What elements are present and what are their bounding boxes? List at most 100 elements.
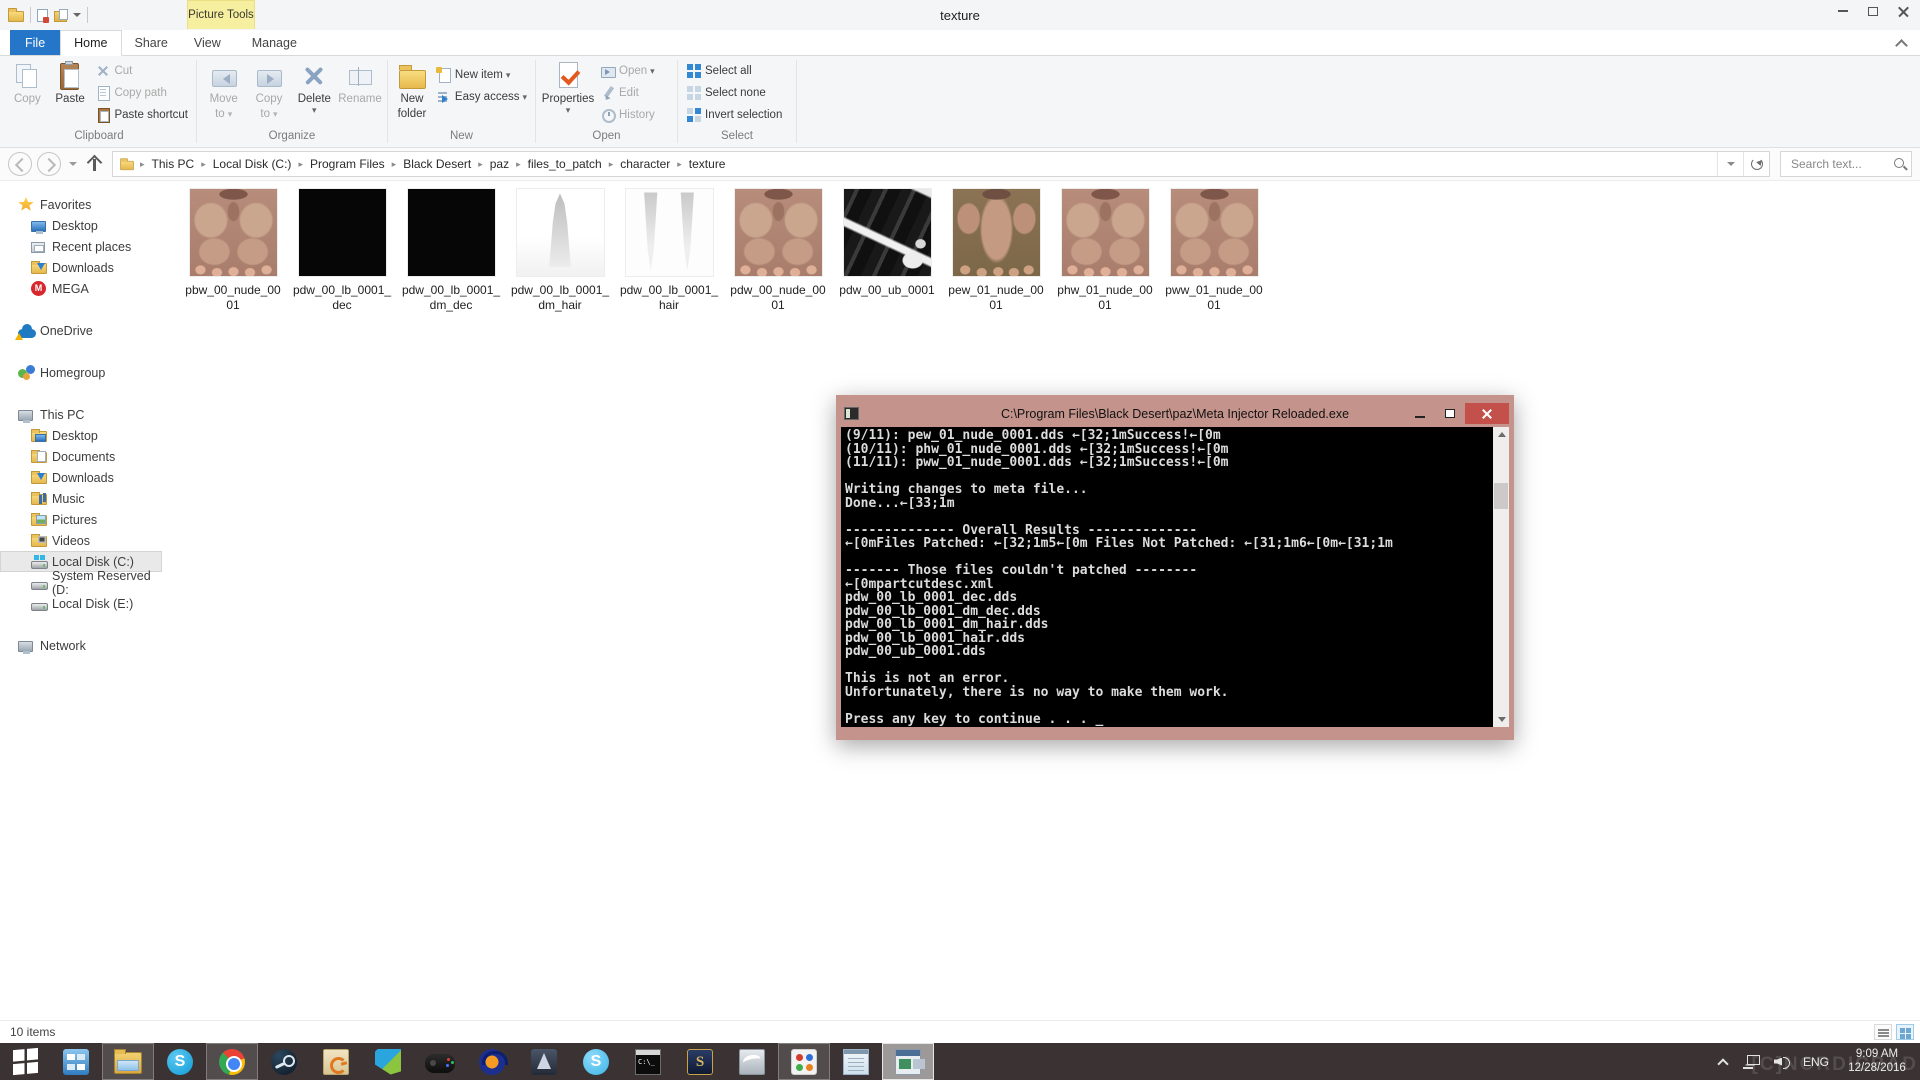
collapse-ribbon-button[interactable] [1894,36,1908,50]
sidebar-item-system-reserved-d[interactable]: System Reserved (D: [0,572,162,593]
taskbar-strategy-game[interactable] [674,1043,726,1080]
customize-arrow-icon[interactable] [73,13,81,17]
paste-button[interactable]: Paste [49,59,92,123]
easy-access-button[interactable]: Easy access [432,87,531,107]
address-dropdown-button[interactable] [1717,152,1743,176]
breadcrumb-program-files[interactable]: Program Files [308,157,387,171]
console-minimize-button[interactable] [1405,403,1435,424]
language-indicator[interactable]: ENG [1803,1055,1829,1069]
file-item[interactable]: pbw_00_nude_0001 [183,189,283,313]
taskbar-skype-alt[interactable] [570,1043,622,1080]
taskbar-chrome[interactable] [206,1043,258,1080]
copy-to-button[interactable]: Copy to [246,59,291,123]
invert-selection-button[interactable]: Invert selection [682,105,786,125]
sidebar-item-pc-desktop[interactable]: Desktop [0,425,162,446]
forward-button[interactable] [37,152,61,176]
copy-path-button[interactable]: Copy path [91,83,192,103]
folder-document-icon[interactable] [54,11,67,22]
edit-button[interactable]: Edit [596,83,659,103]
taskbar-skype[interactable] [154,1043,206,1080]
sidebar-item-desktop[interactable]: Desktop [0,215,162,236]
properties-button[interactable]: Properties ▾ [540,59,596,123]
move-to-button[interactable]: Move to [201,59,246,123]
start-button[interactable] [0,1043,50,1080]
console-scrollbar[interactable] [1493,427,1509,727]
taskbar-steam[interactable] [258,1043,310,1080]
sidebar-item-downloads[interactable]: Downloads [0,257,162,278]
volume-tray-icon[interactable] [1774,1055,1790,1069]
close-button[interactable] [1888,0,1918,22]
taskbar-aimp-player[interactable] [466,1043,518,1080]
taskbar-color-dots-app[interactable] [778,1043,830,1080]
console-close-button[interactable] [1465,403,1509,424]
tab-share[interactable]: Share [122,30,181,55]
select-none-button[interactable]: Select none [682,83,786,103]
breadcrumb-texture[interactable]: texture [687,157,728,171]
search-input[interactable] [1789,156,1893,172]
scroll-up-arrow[interactable] [1493,427,1509,443]
breadcrumb-paz[interactable]: paz [488,157,511,171]
file-item[interactable]: pew_01_nude_0001 [946,189,1046,313]
select-all-button[interactable]: Select all [682,61,786,81]
taskbar-notepad[interactable] [830,1043,882,1080]
sidebar-item-pc-downloads[interactable]: Downloads [0,467,162,488]
up-button[interactable] [82,152,106,176]
breadcrumb-this-pc[interactable]: This PC [150,157,197,171]
open-button[interactable]: Open [596,61,659,81]
paste-shortcut-button[interactable]: Paste shortcut [91,105,192,125]
back-button[interactable] [8,152,32,176]
scrollbar-thumb[interactable] [1494,483,1508,509]
sidebar-item-this-pc[interactable]: This PC [0,404,162,425]
file-item[interactable]: pdw_00_lb_0001_dm_hair [510,189,610,313]
sidebar-item-favorites[interactable]: Favorites [0,194,162,215]
sidebar-item-mega[interactable]: MEGA [0,278,162,299]
taskbar-file-explorer[interactable] [102,1043,154,1080]
breadcrumb-black-desert[interactable]: Black Desert [401,157,473,171]
recent-locations-dropdown[interactable] [66,152,80,176]
new-item-button[interactable]: New item [432,65,531,85]
console-maximize-button[interactable] [1435,403,1465,424]
taskbar-gamepad-app[interactable] [414,1043,466,1080]
breadcrumb-character[interactable]: character [618,157,672,171]
taskbar-wizard-game[interactable] [518,1043,570,1080]
maximize-button[interactable] [1858,0,1888,22]
tab-home[interactable]: Home [60,30,121,56]
details-view-button[interactable] [1874,1024,1892,1040]
sidebar-item-network[interactable]: Network [0,635,162,656]
file-item[interactable]: pdw_00_ub_0001 [837,189,937,298]
sidebar-item-onedrive[interactable]: OneDrive [0,320,162,341]
file-item[interactable]: pdw_00_lb_0001_dec [292,189,392,313]
copy-button[interactable]: Copy [6,59,49,123]
breadcrumb-files-to-patch[interactable]: files_to_patch [526,157,604,171]
refresh-button[interactable] [1743,152,1769,176]
search-box[interactable] [1780,151,1912,177]
taskbar-openoffice[interactable] [726,1043,778,1080]
clock[interactable]: 9:09 AM 12/28/2016 [1842,1048,1912,1075]
tab-manage[interactable]: Manage [239,30,310,55]
tab-view[interactable]: View [181,30,234,55]
sidebar-item-local-disk-e[interactable]: Local Disk (E:) [0,593,162,614]
hidden-icons-chevron[interactable] [1716,1055,1730,1069]
file-item[interactable]: pdw_00_nude_0001 [728,189,828,313]
history-button[interactable]: History [596,105,659,125]
minimize-button[interactable] [1828,0,1858,22]
delete-button[interactable]: Delete ▾ [292,59,337,123]
tab-file[interactable]: File [10,30,60,55]
taskbar-kodi-like-app[interactable] [362,1043,414,1080]
sidebar-item-recent-places[interactable]: Recent places [0,236,162,257]
file-item[interactable]: phw_01_nude_0001 [1055,189,1155,313]
file-item[interactable]: pdw_00_lb_0001_hair [619,189,719,313]
file-item[interactable]: pww_01_nude_0001 [1164,189,1264,313]
rename-button[interactable]: Rename [337,59,383,123]
sidebar-item-pc-videos[interactable]: Videos [0,530,162,551]
document-check-icon[interactable] [37,9,48,22]
sidebar-item-pc-pictures[interactable]: Pictures [0,509,162,530]
console-window[interactable]: C:\Program Files\Black Desert\paz\Meta I… [836,395,1514,740]
new-folder-button[interactable]: New folder [392,59,432,123]
sidebar-item-pc-music[interactable]: Music [0,488,162,509]
file-item[interactable]: pdw_00_lb_0001_dm_dec [401,189,501,313]
sidebar-item-homegroup[interactable]: Homegroup [0,362,162,383]
console-titlebar[interactable]: C:\Program Files\Black Desert\paz\Meta I… [841,400,1509,427]
taskbar-naruto-game[interactable] [310,1043,362,1080]
breadcrumb-local-disk-c[interactable]: Local Disk (C:) [211,157,294,171]
